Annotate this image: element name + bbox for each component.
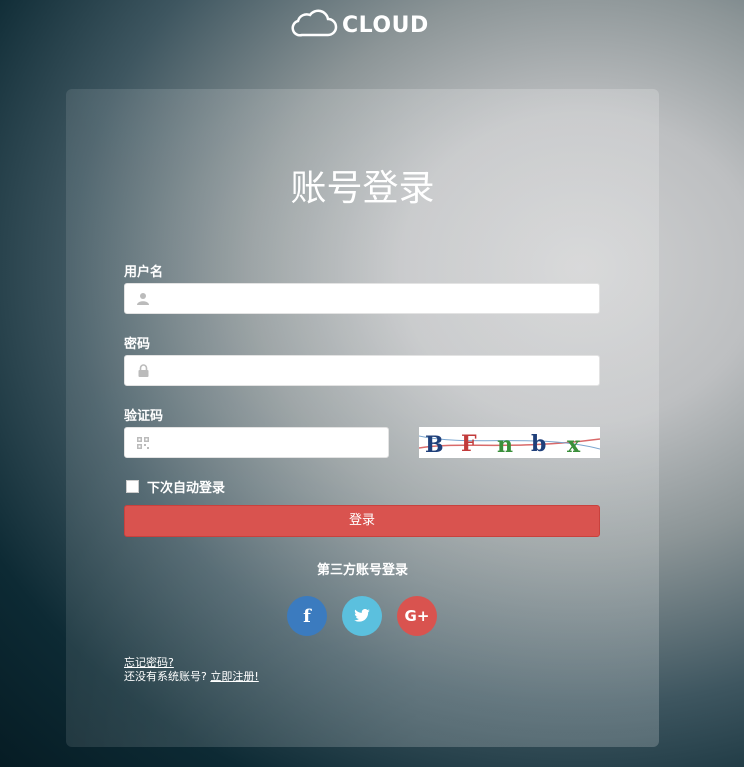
captcha-char-3: n — [497, 432, 513, 458]
page-title: 账号登录 — [290, 168, 435, 209]
captcha-input[interactable] — [151, 427, 388, 458]
remember-checkbox[interactable] — [126, 480, 139, 493]
facebook-icon: f — [303, 605, 311, 627]
login-button[interactable]: 登录 — [124, 505, 600, 537]
remember-label: 下次自动登录 — [147, 481, 226, 496]
captcha-label: 验证码 — [124, 409, 164, 424]
register-link[interactable]: 立即注册! — [210, 670, 258, 683]
captcha-field[interactable] — [124, 427, 389, 458]
password-field[interactable] — [124, 355, 600, 386]
no-account-text: 还没有系统账号? — [124, 670, 207, 683]
username-input[interactable] — [151, 283, 599, 314]
username-label: 用户名 — [124, 265, 164, 280]
lock-icon — [135, 363, 151, 379]
user-icon — [135, 291, 151, 307]
captcha-image[interactable]: B F n b x — [419, 427, 600, 458]
twitter-button[interactable] — [342, 596, 382, 636]
password-input[interactable] — [151, 355, 599, 386]
captcha-char-1: B — [425, 432, 444, 458]
username-field[interactable] — [124, 283, 600, 314]
cloud-icon — [290, 7, 338, 39]
google-plus-icon: G+ — [404, 607, 430, 625]
account-links: 忘记密码? 还没有系统账号? 立即注册! — [124, 656, 259, 684]
facebook-button[interactable]: f — [287, 596, 327, 636]
qrcode-icon — [135, 435, 151, 451]
logo-text: CLOUD — [342, 12, 429, 38]
captcha-char-4: b — [531, 431, 546, 457]
app-logo: CLOUD — [290, 6, 429, 40]
password-label: 密码 — [124, 337, 151, 352]
captcha-char-2: F — [461, 431, 477, 457]
captcha-char-5: x — [567, 432, 581, 458]
remember-me[interactable]: 下次自动登录 — [126, 477, 225, 496]
third-party-title: 第三方账号登录 — [316, 563, 408, 578]
forgot-password-link[interactable]: 忘记密码? — [124, 656, 174, 669]
login-panel: 账号登录 用户名 密码 验证码 B F n b x 下次自动登录 登录 第三方账… — [66, 89, 659, 747]
google-plus-button[interactable]: G+ — [397, 596, 437, 636]
twitter-icon — [354, 607, 370, 626]
